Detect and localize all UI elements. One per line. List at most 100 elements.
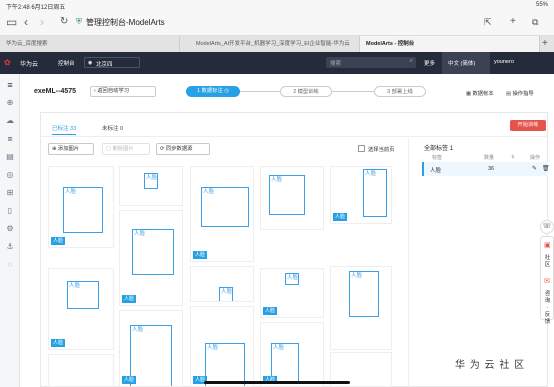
more-menu[interactable]: 更多: [424, 59, 435, 67]
database-icon[interactable]: ◎: [5, 170, 15, 180]
feedback-link[interactable]: 咨询·反馈: [544, 291, 551, 326]
chat-support-icon[interactable]: ☏: [540, 220, 554, 234]
guide-link-label: 操作指导: [512, 91, 534, 97]
image-card[interactable]: 人脸: [260, 166, 324, 230]
image-card[interactable]: 人脸 人脸: [260, 322, 324, 387]
bounding-box-label: 人脸: [273, 345, 285, 351]
community-link[interactable]: 社区: [544, 255, 551, 269]
language-switch[interactable]: 中文 (简体): [442, 52, 490, 74]
feedback-icon[interactable]: ✉: [544, 277, 550, 285]
reload-icon[interactable]: ↻: [60, 15, 68, 29]
community-icon[interactable]: ▣: [544, 241, 551, 249]
add-tab-icon[interactable]: +: [542, 38, 548, 49]
tab-label: ModelArts - 控制台: [366, 41, 415, 47]
search-icon[interactable]: ⌕: [410, 58, 413, 65]
page-title: exeML--4575: [34, 88, 77, 95]
guide-link[interactable]: ▤ 操作指导: [506, 89, 534, 97]
huawei-logo-icon[interactable]: ✿: [4, 58, 11, 67]
step-label: 3 部署上线: [387, 89, 413, 95]
image-card[interactable]: 人脸 人脸: [330, 166, 392, 224]
cloud-icon[interactable]: ☁: [5, 116, 15, 126]
console-link[interactable]: 控制台: [58, 59, 75, 67]
label-quantity: 36: [488, 166, 495, 172]
all-labels-title: 全部标签 1: [424, 143, 453, 152]
image-card[interactable]: 人脸: [190, 266, 254, 302]
col-quantity[interactable]: 数量: [484, 154, 494, 161]
image-card[interactable]: 人脸: [119, 166, 183, 206]
image-card[interactable]: 人脸 人脸: [48, 166, 114, 248]
storage-icon[interactable]: ⊞: [5, 188, 15, 198]
back-button[interactable]: ‹ 返回自动学习: [90, 86, 156, 97]
label-name: 人脸: [430, 168, 442, 174]
tab-baidu[interactable]: 华为云_百度搜索: [0, 36, 180, 52]
label-row[interactable]: 人脸 36 ✎ 🗑: [422, 162, 550, 176]
bounding-box: 人脸: [285, 273, 299, 285]
add-image-label: 添加图片: [57, 146, 80, 152]
forward-icon[interactable]: ›: [40, 15, 44, 29]
back-icon[interactable]: ‹: [24, 15, 28, 29]
step-deploy[interactable]: 3 部署上线: [374, 86, 426, 97]
select-page-label: 选择当前页: [368, 147, 395, 153]
search-input[interactable]: 搜索 ⌕: [326, 57, 416, 68]
col-operations: 操作: [530, 155, 541, 161]
image-card[interactable]: 人脸 人脸: [119, 310, 183, 387]
status-battery: 55%: [535, 2, 548, 8]
tab-modelarts-home[interactable]: ModelArts_AI开发平台_机器学习_深度学习_EI企业智能-华为云: [180, 36, 360, 52]
divider: [40, 136, 548, 137]
tab-unlabeled[interactable]: 未标注 0: [102, 124, 123, 132]
image-card[interactable]: 人脸 人脸: [190, 306, 254, 387]
image-card[interactable]: 人脸 人脸: [190, 166, 254, 262]
tab-label: 华为云_百度搜索: [6, 41, 48, 47]
bounding-box-label: 人脸: [132, 327, 144, 333]
sidebar-toggle-icon[interactable]: ▭: [6, 15, 17, 29]
image-card[interactable]: 人脸 人脸: [119, 210, 183, 306]
image-card[interactable]: 人脸 人脸: [48, 268, 114, 350]
delete-image-button[interactable]: ▢ 删除图片: [102, 143, 150, 155]
menu-icon[interactable]: ≡: [5, 80, 15, 90]
sync-source-label: 同步数据源: [165, 146, 193, 152]
label-tag: 人脸: [193, 251, 208, 259]
delete-icon[interactable]: 🗑: [542, 165, 550, 172]
bounding-box: 人脸: [363, 169, 387, 217]
tabs-overview-icon[interactable]: ⧉: [532, 15, 538, 29]
page-url-title[interactable]: 管理控制台-ModelArts: [86, 17, 165, 28]
select-page-checkbox[interactable]: [358, 145, 365, 152]
image-card[interactable]: 人脸: [330, 266, 392, 350]
security-icon[interactable]: ⚓: [5, 242, 15, 252]
network-icon[interactable]: ⚙: [5, 224, 15, 234]
image-card[interactable]: [48, 354, 114, 387]
bounding-box-label: 人脸: [271, 177, 283, 183]
step-connector: [332, 91, 374, 92]
watermark: 华 为 云 社 区: [455, 360, 526, 371]
bounding-box: 人脸: [269, 175, 305, 215]
image-card[interactable]: 人脸 人脸: [260, 268, 324, 318]
region-select[interactable]: ◉ 北京四: [84, 57, 140, 68]
add-image-button[interactable]: ⊕ 添加图片: [48, 143, 94, 155]
col-label: 标签: [432, 155, 443, 161]
location-icon: ◉: [88, 60, 93, 66]
tab-labeled[interactable]: 已标注 33: [52, 124, 77, 135]
dataset-link[interactable]: ▦ 数据帐本: [466, 89, 494, 97]
edit-icon[interactable]: ✎: [532, 165, 537, 172]
stack-icon[interactable]: ⧈: [5, 134, 15, 144]
sort-icon[interactable]: ⇅: [511, 154, 514, 159]
step-model-training[interactable]: 2 模型训练: [280, 86, 332, 97]
bounding-box-label: 人脸: [203, 189, 215, 195]
new-tab-icon[interactable]: +: [510, 15, 516, 29]
step-data-labeling[interactable]: 1 数据标注 ◷: [186, 86, 240, 97]
user-menu[interactable]: younero: [494, 59, 514, 65]
bounding-box-label: 人脸: [65, 189, 77, 195]
start-training-button[interactable]: 开始训练: [510, 120, 546, 131]
monitor-icon[interactable]: ◌: [5, 260, 15, 270]
disk-icon[interactable]: ▯: [5, 206, 15, 216]
bounding-box: 人脸: [144, 173, 158, 189]
server-icon[interactable]: ▤: [5, 152, 15, 162]
clock-icon: ◷: [224, 88, 229, 94]
console-top-bar: ✿ 华为云 控制台 ◉ 北京四 搜索 ⌕ 更多 中文 (简体) younero: [0, 52, 554, 74]
sync-source-button[interactable]: ⟳ 同步数据源: [156, 143, 210, 155]
bounding-box: 人脸: [201, 187, 249, 227]
share-icon[interactable]: ⇱: [484, 15, 492, 29]
tab-modelarts-console[interactable]: ModelArts - 控制台: [360, 36, 540, 52]
delete-image-label: 删除图片: [112, 146, 134, 152]
service-list-icon[interactable]: ⊕: [5, 98, 15, 108]
